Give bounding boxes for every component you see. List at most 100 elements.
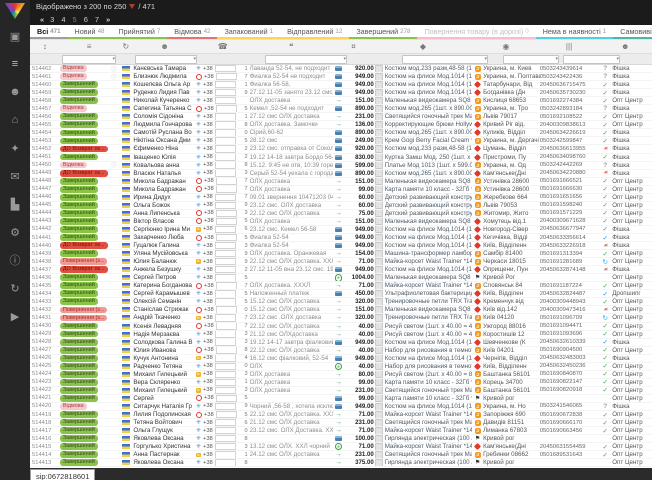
phone-number-box[interactable]	[216, 282, 237, 289]
order-comment[interactable]	[250, 459, 333, 466]
client-name[interactable]: Микола Бадражан	[133, 178, 196, 185]
product-name[interactable]: Тренировочные петли TRX Training	[385, 314, 472, 321]
client-phone[interactable]: +38	[196, 73, 240, 80]
order-status[interactable]: ДО Возврат ок...	[60, 170, 110, 177]
product-name[interactable]: Костюм мод.265 (1шт. х 890.00 = 890.00)	[385, 170, 472, 177]
order-comment[interactable]: 23.12 смс. Кемел 56-58	[250, 226, 333, 233]
order-row[interactable]: 514422 Завершений Михаил Гилецький lc+38…	[30, 387, 652, 395]
order-row[interactable]: 514435 Завершений Катерина Богданова +38…	[30, 282, 652, 290]
product-name[interactable]: Гирлянда электрическая (100 л.)	[385, 435, 472, 442]
client-name[interactable]: Солодкова Галина В	[133, 339, 196, 346]
client-name[interactable]: Станіслав Стрижак	[133, 306, 196, 313]
order-comment[interactable]: Чорний ,56-58 , хотела исключ	[250, 403, 333, 410]
phone-number-box[interactable]	[215, 290, 236, 297]
page-number-5[interactable]: 5	[73, 15, 77, 24]
order-comment[interactable]: 22.12 смс ОЛХ доставка	[250, 323, 333, 330]
order-comment[interactable]: ОЛХ доставка	[250, 178, 333, 185]
phone-number-box[interactable]	[215, 371, 236, 378]
status-filter[interactable]: ▾	[62, 55, 116, 64]
client-name[interactable]: Гуцалюк Галина	[133, 242, 196, 249]
client-phone[interactable]: ✳+38	[196, 331, 240, 338]
tracking-number[interactable]: 20450633226918	[540, 242, 599, 249]
tracking-number[interactable]: 0501691093696	[540, 331, 599, 338]
phone-number-box[interactable]	[215, 403, 236, 410]
product-name[interactable]: Тренировочные петли TRX Training	[385, 298, 472, 305]
client-phone[interactable]: ✳+38	[196, 339, 240, 346]
tracking-number[interactable]: 20450632874148	[540, 266, 599, 273]
product-name[interactable]: Корректирующие брюки Hollywood pa	[385, 121, 472, 128]
client-name[interactable]: Олексій Семанін	[133, 298, 196, 305]
client-phone[interactable]: lc+38	[196, 371, 240, 378]
client-phone[interactable]: ✳+38	[196, 242, 240, 249]
tracking-number[interactable]: 20450634220880	[540, 170, 599, 177]
orders-icon[interactable]: ≡	[2, 53, 28, 75]
order-comment[interactable]: Сірий,60-62	[250, 129, 333, 136]
order-status[interactable]: Завершений	[60, 218, 110, 225]
client-name[interactable]: Надія Мерзаєва	[133, 331, 196, 338]
client-phone[interactable]: +38	[196, 306, 240, 313]
tracking-number[interactable]: 0501692108522	[540, 113, 599, 120]
tab-Прийнятий[interactable]: Прийнятий7	[111, 25, 167, 39]
order-row[interactable]: 514449 ДО Возврат ок... Власюк Наталья ✳…	[30, 170, 652, 178]
order-status[interactable]: Завершений	[60, 435, 110, 442]
product-name[interactable]: Маленькая видеокамера SQ8 *1 (1шт.	[385, 306, 472, 313]
order-comment[interactable]: 23.12 смс .ОЛХ доставка	[250, 314, 333, 321]
order-status[interactable]: ДО Возврат ок...	[60, 145, 110, 152]
tracking-number[interactable]: 20450635730230	[540, 89, 599, 96]
order-comment[interactable]: 27.12 смс ОЛХ доставка	[250, 113, 333, 120]
client-phone[interactable]: +38	[196, 234, 240, 241]
order-row[interactable]: 514440 ДО Возврат ок... Гуцалюк Галина ✳…	[30, 242, 652, 250]
reports-icon[interactable]: ▙	[2, 193, 28, 215]
client-name[interactable]: Радченко Тетяна	[133, 363, 196, 370]
product-name[interactable]: Рисуй светом (2шт. х 40.00 = 80.00)	[385, 371, 472, 378]
order-status[interactable]: Завершений	[60, 186, 110, 193]
client-filter[interactable]: ▾	[135, 55, 197, 64]
sync-icon[interactable]: ↻	[2, 277, 28, 299]
order-row[interactable]: 514445 Завершений Ольга Божок ✳+38 9 23.…	[30, 202, 652, 210]
tab-Новий[interactable]: Новий48	[68, 25, 112, 39]
order-status[interactable]: Завершений	[60, 178, 110, 185]
client-name[interactable]: Кошелєва Ольга Ар	[133, 81, 196, 88]
order-row[interactable]: 514420 Відмова Ситарчук Наталія Гр ✳+38 …	[30, 403, 652, 411]
client-phone[interactable]: lc+38	[196, 258, 240, 265]
client-phone[interactable]: ✳+38	[196, 65, 240, 72]
client-name[interactable]: Кучук Антонина	[133, 355, 196, 362]
tracking-number[interactable]: 0501691096709	[540, 314, 599, 321]
phone-number-box[interactable]	[215, 194, 236, 201]
order-status[interactable]: Завершений	[60, 202, 110, 209]
tracking-number[interactable]: 0501690840870	[540, 371, 599, 378]
video-icon[interactable]: ▶	[2, 305, 28, 327]
order-comment[interactable]: 19.12 14-18 завтра Бордо 56-58	[250, 154, 333, 161]
order-comment[interactable]: Фиалка 56-58,	[250, 81, 333, 88]
order-comment[interactable]	[250, 395, 333, 402]
product-name[interactable]: Костюм мод.233 разм,48-58 (1шт. х 920.00	[385, 65, 472, 72]
client-name[interactable]: Єфименко Ніна	[133, 145, 196, 152]
order-row[interactable]: 514418 Завершений Тетяна Войтович ✳+38 6…	[30, 419, 652, 427]
phone-number-box[interactable]	[215, 387, 236, 394]
product-name[interactable]: Рисуй светом (1шт. х 40.00 = 40.00)	[385, 323, 472, 330]
tracking-number[interactable]: 0501690672838	[540, 411, 599, 418]
client-phone[interactable]: ✳+38	[196, 154, 240, 161]
product-name[interactable]: Светящийся гоночный трек Magic Tra	[385, 113, 472, 120]
tracking-number[interactable]: 20450632610339	[540, 339, 599, 346]
phone-number-box[interactable]	[215, 314, 236, 321]
client-name[interactable]: Захарченко Люба	[133, 234, 196, 241]
order-row[interactable]: 514453 Завершений Нікітіна Оксана Дми ✳+…	[30, 137, 652, 145]
client-phone[interactable]: +38	[196, 186, 240, 193]
phone-number-box[interactable]	[216, 186, 237, 193]
tracking-number[interactable]: 0501690904500	[540, 347, 599, 354]
order-row[interactable]: 514428 Завершений Солодкова Галина В ✳+3…	[30, 339, 652, 347]
order-comment[interactable]: 15.12. 9:45 не отв, 10:39 горе в	[250, 162, 333, 169]
client-name[interactable]: Анна Липенська	[133, 210, 196, 217]
order-status[interactable]: Завершений	[60, 459, 110, 466]
phone-number-box[interactable]	[216, 73, 237, 80]
settings-icon[interactable]: ⚙	[2, 221, 28, 243]
tracking-number[interactable]: 0503242442269	[540, 162, 599, 169]
client-name[interactable]: Михаил Гилецький	[133, 371, 196, 378]
phone-number-box[interactable]	[215, 459, 236, 466]
order-row[interactable]: 514415 Завершений Горгулько Христина ✳+3…	[30, 443, 652, 451]
phone-number-box[interactable]	[216, 395, 237, 402]
order-row[interactable]: 514442 Завершений Сергіюнко Ірина Ми lc+…	[30, 226, 652, 234]
order-comment[interactable]: Наложенный платеж	[250, 290, 333, 297]
phone-number-box[interactable]	[216, 306, 237, 313]
